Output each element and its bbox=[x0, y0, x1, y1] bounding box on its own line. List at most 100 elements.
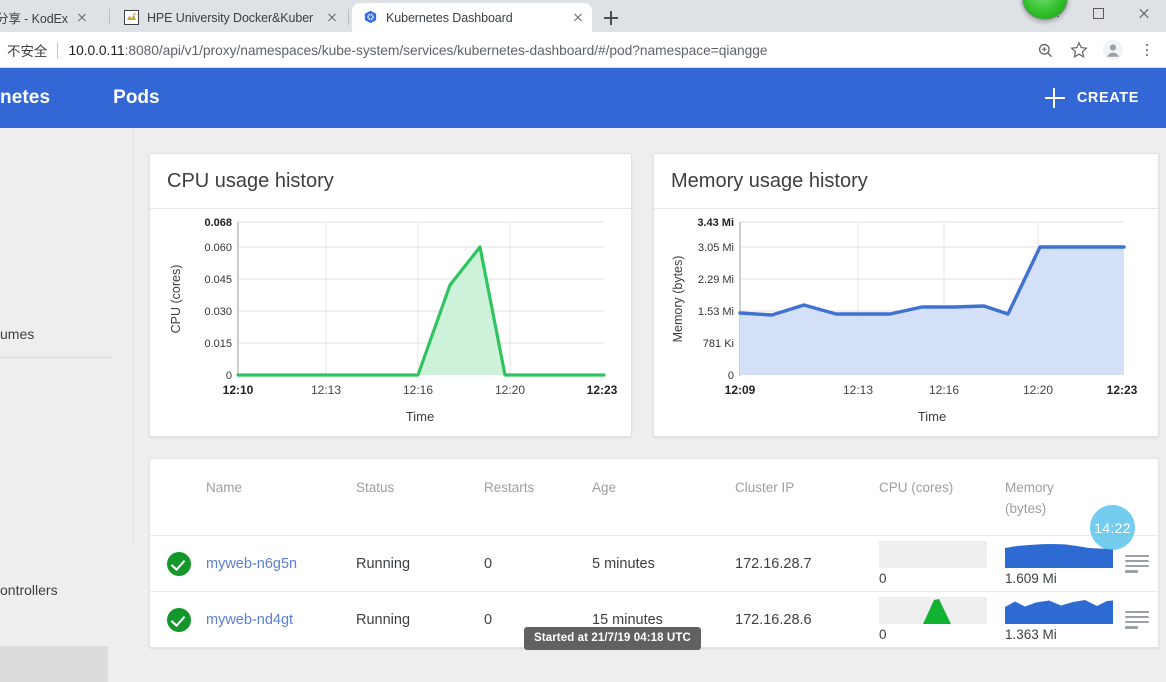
profile-avatar-icon[interactable] bbox=[1100, 37, 1126, 63]
cpu-usage-card: CPU usage history 0.068 0.060 0.045 0.03… bbox=[149, 153, 632, 437]
browser-tab-2[interactable]: Kubernetes Dashboard bbox=[352, 3, 592, 32]
pods-table: Name Status Restarts Age Cluster IP CPU … bbox=[150, 459, 1158, 648]
svg-text:0.068: 0.068 bbox=[204, 217, 232, 229]
th-cpu[interactable]: CPU (cores) bbox=[879, 459, 1005, 536]
memory-chart-svg: 3.43 Mi 3.05 Mi 2.29 Mi 1.53 Mi 781 Ki 0… bbox=[671, 217, 1138, 424]
memory-usage-card: Memory usage history 3.43 Mi 3.05 Mi 2.2… bbox=[653, 153, 1159, 437]
svg-text:12:23: 12:23 bbox=[1107, 383, 1138, 397]
memory-chart-body: 3.43 Mi 3.05 Mi 2.29 Mi 1.53 Mi 781 Ki 0… bbox=[654, 209, 1158, 436]
omnibox-separator bbox=[56, 41, 58, 59]
svg-text:12:16: 12:16 bbox=[929, 383, 959, 397]
browser-menu-icon[interactable] bbox=[1134, 37, 1160, 63]
kubernetes-favicon bbox=[362, 10, 378, 26]
row-cpu-cell: 0 bbox=[879, 592, 1005, 648]
bookmark-star-icon[interactable] bbox=[1066, 37, 1092, 63]
th-restarts[interactable]: Restarts bbox=[484, 459, 592, 536]
url-bar[interactable]: 10.0.0.11:8080/api/v1/proxy/namespaces/k… bbox=[69, 43, 768, 58]
pod-start-tooltip: Started at 21/7/19 04:18 UTC bbox=[524, 627, 701, 650]
new-tab-button[interactable] bbox=[598, 5, 624, 31]
row-cpu-cell: 0 bbox=[879, 535, 1005, 592]
table-row[interactable]: myweb-n6g5n Running 0 5 minutes 172.16.2… bbox=[150, 535, 1158, 592]
browser-tab-1[interactable]: HPE University Docker&Kuber bbox=[113, 3, 346, 32]
plus-icon bbox=[1044, 87, 1066, 109]
svg-text:781 Ki: 781 Ki bbox=[703, 338, 734, 350]
pod-name-link[interactable]: myweb-nd4gt bbox=[206, 612, 293, 628]
sidebar-bottom-box bbox=[0, 646, 108, 682]
svg-text:12:10: 12:10 bbox=[223, 383, 254, 397]
recorder-time-bubble[interactable]: 14:22 bbox=[1090, 505, 1135, 550]
svg-text:12:09: 12:09 bbox=[725, 383, 756, 397]
row-name-cell: myweb-nd4gt bbox=[206, 592, 356, 648]
svg-text:12:13: 12:13 bbox=[843, 383, 873, 397]
browser-tab-0[interactable]: 分享 - KodExp bbox=[0, 3, 96, 32]
memory-card-header: Memory usage history bbox=[654, 154, 1158, 209]
svg-text:12:23: 12:23 bbox=[587, 383, 618, 397]
th-status[interactable]: Status bbox=[356, 459, 484, 536]
logs-icon[interactable] bbox=[1125, 610, 1151, 629]
svg-text:1.53 Mi: 1.53 Mi bbox=[698, 306, 734, 318]
omnibox-actions bbox=[1032, 37, 1160, 63]
create-button-label: CREATE bbox=[1076, 90, 1139, 106]
th-name[interactable]: Name bbox=[206, 459, 356, 536]
omnibox-row: 不安全 10.0.0.11:8080/api/v1/proxy/namespac… bbox=[0, 32, 1166, 68]
svg-text:0.015: 0.015 bbox=[204, 338, 232, 350]
pod-name-link[interactable]: myweb-n6g5n bbox=[206, 556, 297, 572]
svg-text:0.045: 0.045 bbox=[204, 274, 232, 286]
browser-tab-strip: 分享 - KodExp HPE University Docker&Kuber … bbox=[0, 0, 1166, 32]
row-restarts: 0 bbox=[484, 535, 592, 592]
zoom-icon[interactable] bbox=[1032, 37, 1058, 63]
cpu-sparkline bbox=[879, 596, 987, 624]
row-cluster-ip: 172.16.28.6 bbox=[735, 611, 812, 628]
tab-title: HPE University Docker&Kuber bbox=[147, 10, 314, 25]
logs-icon[interactable] bbox=[1125, 554, 1151, 573]
th-spacer bbox=[150, 459, 206, 536]
cpu-card-header: CPU usage history bbox=[150, 154, 631, 209]
row-age: 5 minutes bbox=[592, 535, 735, 592]
svg-text:3.05 Mi: 3.05 Mi bbox=[698, 242, 734, 254]
row-status-text: Running bbox=[356, 535, 484, 592]
create-button[interactable]: CREATE bbox=[1044, 87, 1139, 109]
tab-close-icon[interactable] bbox=[74, 10, 90, 26]
th-age[interactable]: Age bbox=[592, 459, 735, 536]
svg-text:12:20: 12:20 bbox=[495, 383, 525, 397]
sidebar: umes ontrollers bbox=[0, 128, 134, 682]
window-close-button[interactable] bbox=[1121, 0, 1166, 26]
row-logs-cell[interactable] bbox=[1125, 535, 1158, 592]
memory-card-title: Memory usage history bbox=[671, 169, 868, 192]
cpu-sparkline-cell: 0 bbox=[879, 540, 987, 587]
memory-sparkline-cell: 1.363 Mi bbox=[1005, 597, 1113, 643]
check-circle-icon bbox=[167, 551, 191, 576]
cpu-card-title: CPU usage history bbox=[167, 169, 334, 192]
app-brand: netes bbox=[0, 87, 51, 108]
hpe-favicon bbox=[123, 10, 139, 26]
dashboard-app: netes Pods CREATE umes ontrollers CPU us… bbox=[0, 68, 1166, 682]
svg-text:12:16: 12:16 bbox=[403, 383, 433, 397]
tab-divider bbox=[348, 9, 349, 25]
window-maximize-button[interactable] bbox=[1076, 0, 1121, 26]
svg-text:Time: Time bbox=[406, 409, 434, 424]
page-title: Pods bbox=[113, 87, 160, 108]
memory-value: 1.363 Mi bbox=[1005, 626, 1057, 642]
tab-close-icon[interactable] bbox=[324, 10, 340, 26]
row-logs-cell[interactable] bbox=[1125, 592, 1158, 648]
sidebar-item-persistent-volumes[interactable]: umes bbox=[0, 326, 34, 342]
row-name-cell: myweb-n6g5n bbox=[206, 535, 356, 592]
sidebar-divider bbox=[0, 357, 112, 358]
security-status-chip[interactable]: 不安全 bbox=[7, 40, 48, 60]
row-mem-cell: 1.363 Mi bbox=[1005, 592, 1125, 648]
row-status-cell bbox=[150, 592, 206, 648]
svg-text:CPU (cores): CPU (cores) bbox=[169, 265, 183, 334]
svg-text:2.29 Mi: 2.29 Mi bbox=[698, 274, 734, 286]
sidebar-item-replication-controllers[interactable]: ontrollers bbox=[0, 582, 58, 598]
svg-text:0.030: 0.030 bbox=[204, 306, 232, 318]
tab-close-icon[interactable] bbox=[570, 10, 586, 26]
url-path: :8080/api/v1/proxy/namespaces/kube-syste… bbox=[124, 42, 768, 58]
th-cluster-ip[interactable]: Cluster IP bbox=[735, 459, 879, 536]
cpu-sparkline bbox=[879, 540, 987, 568]
url-host: 10.0.0.11 bbox=[68, 42, 125, 58]
table-header-row: Name Status Restarts Age Cluster IP CPU … bbox=[150, 459, 1158, 536]
svg-text:0: 0 bbox=[728, 370, 734, 382]
svg-text:3.43 Mi: 3.43 Mi bbox=[697, 217, 734, 229]
cpu-value: 0 bbox=[879, 626, 887, 642]
tab-title: Kubernetes Dashboard bbox=[386, 10, 513, 25]
